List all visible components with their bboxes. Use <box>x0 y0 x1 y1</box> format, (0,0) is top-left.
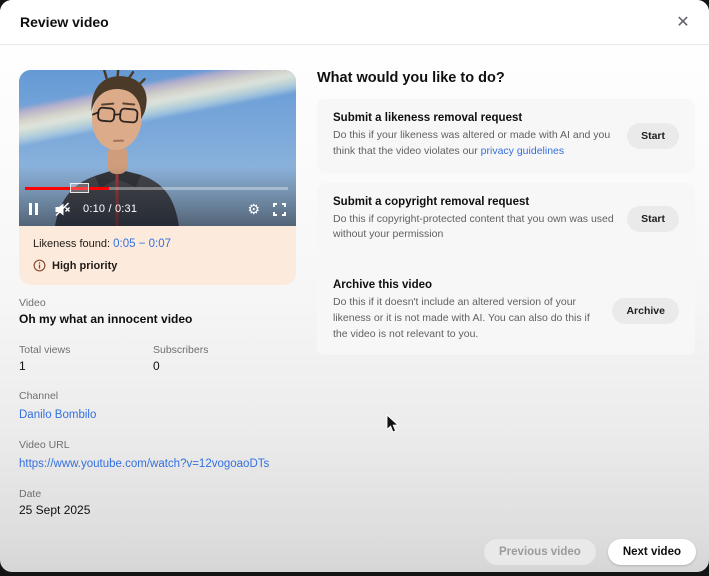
priority-info-icon <box>33 259 46 272</box>
likeness-removal-desc-text: Do this if your likeness was altered or … <box>333 129 610 157</box>
copyright-removal-title: Submit a copyright removal request <box>333 196 617 208</box>
date-value: 25 Sept 2025 <box>19 503 296 517</box>
mute-icon[interactable] <box>54 202 71 217</box>
time-display: 0:10 / 0:31 <box>83 203 137 215</box>
video-url-field: Video URL https://www.youtube.com/watch?… <box>19 439 296 472</box>
channel-field: Channel Danilo Bombilo <box>19 390 296 423</box>
next-video-button[interactable]: Next video <box>608 539 696 565</box>
stats-row: Total views 1 Subscribers 0 <box>19 332 296 373</box>
close-icon[interactable]: ✕ <box>669 9 697 37</box>
likeness-removal-card: Submit a likeness removal request Do thi… <box>317 99 695 173</box>
dialog-footer: Previous video Next video <box>484 539 696 565</box>
likeness-info: Likeness found: 0:05 − 0:07 High priorit… <box>19 226 296 285</box>
likeness-removal-desc: Do this if your likeness was altered or … <box>333 128 617 160</box>
dialog-header: Review video ✕ <box>0 0 709 45</box>
copyright-removal-desc: Do this if copyright-protected content t… <box>333 212 617 244</box>
archive-button[interactable]: Archive <box>612 298 679 324</box>
video-details-column: 0:10 / 0:31 ⚙ Likeness found: 0:05 − 0:0… <box>19 70 296 517</box>
mouse-cursor <box>386 414 400 433</box>
video-field: Video Oh my what an innocent video <box>19 297 296 326</box>
channel-link[interactable]: Danilo Bombilo <box>19 409 96 421</box>
settings-gear-icon[interactable]: ⚙ <box>247 202 260 216</box>
video-url-link[interactable]: https://www.youtube.com/watch?v=12vogoao… <box>19 458 269 470</box>
previous-video-button[interactable]: Previous video <box>484 539 596 565</box>
subscribers-field: Subscribers 0 <box>153 344 287 373</box>
date-field: Date 25 Sept 2025 <box>19 488 296 517</box>
actions-column: What would you like to do? Submit a like… <box>317 70 695 365</box>
likeness-removal-title: Submit a likeness removal request <box>333 112 617 124</box>
likeness-card: 0:10 / 0:31 ⚙ Likeness found: 0:05 − 0:0… <box>19 70 296 285</box>
subscribers-value: 0 <box>153 359 287 373</box>
likeness-segment-marker[interactable] <box>70 183 90 193</box>
subscribers-label: Subscribers <box>153 344 287 356</box>
copyright-removal-card: Submit a copyright removal request Do th… <box>317 183 695 257</box>
date-label: Date <box>19 488 296 500</box>
player-controls: 0:10 / 0:31 ⚙ <box>29 197 286 221</box>
total-views-label: Total views <box>19 344 153 356</box>
video-url-label: Video URL <box>19 439 296 451</box>
privacy-guidelines-link[interactable]: privacy guidelines <box>481 145 564 157</box>
likeness-range-link[interactable]: 0:05 − 0:07 <box>113 238 171 250</box>
review-video-dialog: Review video ✕ <box>0 0 709 572</box>
priority-label: High priority <box>52 260 117 272</box>
progress-bar[interactable] <box>25 183 288 193</box>
pause-icon[interactable] <box>29 203 38 215</box>
video-player[interactable]: 0:10 / 0:31 ⚙ <box>19 70 296 226</box>
total-views-field: Total views 1 <box>19 344 153 373</box>
video-title: Oh my what an innocent video <box>19 312 296 326</box>
archive-video-title: Archive this video <box>333 279 602 291</box>
dialog-title: Review video <box>20 14 109 30</box>
archive-video-card: Archive this video Do this if it doesn't… <box>317 266 695 355</box>
actions-heading: What would you like to do? <box>317 70 695 86</box>
video-label: Video <box>19 297 296 309</box>
channel-label: Channel <box>19 390 296 402</box>
total-views-value: 1 <box>19 359 153 373</box>
start-likeness-removal-button[interactable]: Start <box>627 123 679 149</box>
archive-video-desc: Do this if it doesn't include an altered… <box>333 295 602 342</box>
likeness-found-label: Likeness found: <box>33 238 110 250</box>
progress-fill <box>25 187 109 190</box>
start-copyright-removal-button[interactable]: Start <box>627 206 679 232</box>
fullscreen-icon[interactable] <box>273 203 286 216</box>
